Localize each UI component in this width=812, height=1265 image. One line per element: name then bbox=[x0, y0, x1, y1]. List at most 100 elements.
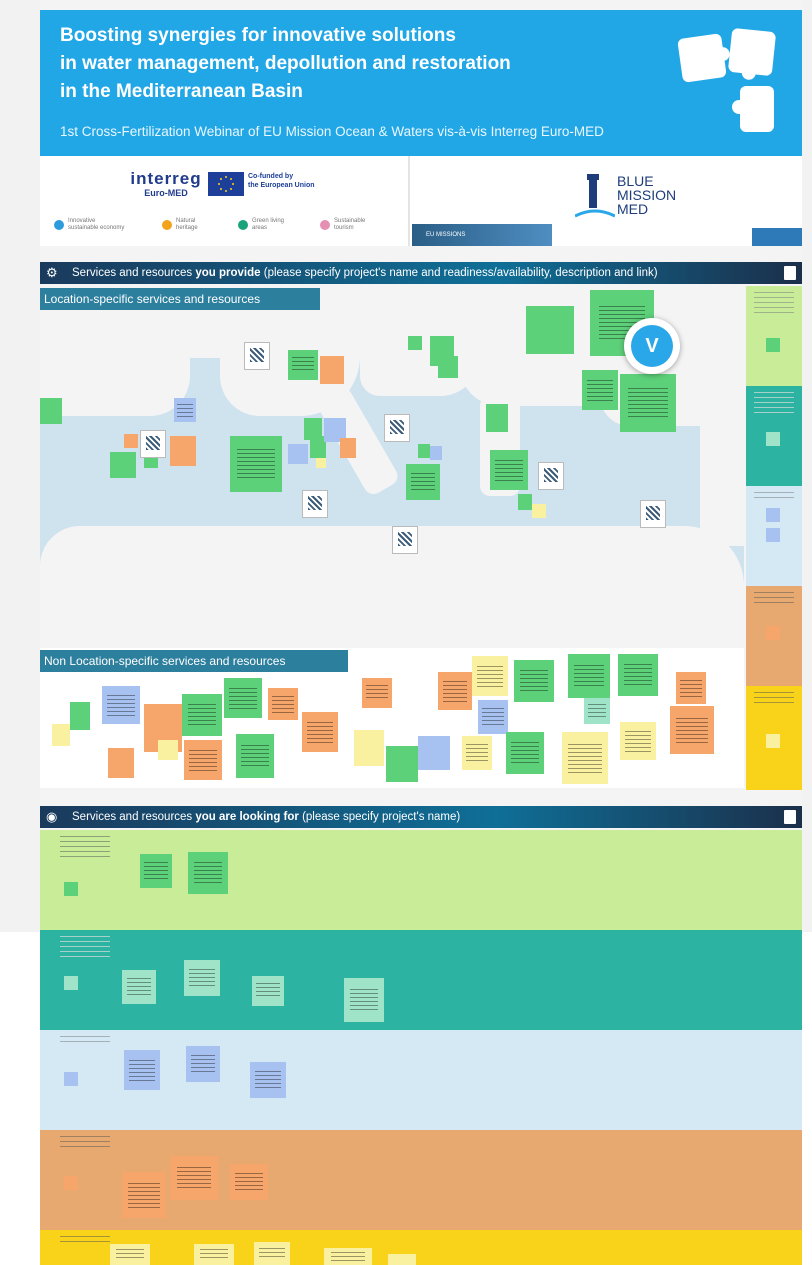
sticky-note[interactable] bbox=[236, 734, 274, 778]
sticky-note[interactable] bbox=[362, 678, 392, 708]
category-cell bbox=[746, 486, 802, 586]
sticky-note[interactable] bbox=[188, 852, 228, 894]
sticky-note[interactable] bbox=[514, 660, 554, 702]
sticky-note[interactable] bbox=[486, 404, 508, 432]
sticky-note[interactable] bbox=[224, 678, 262, 718]
sticky-note[interactable] bbox=[584, 698, 610, 724]
sticky-note[interactable] bbox=[124, 1050, 160, 1090]
sticky-note[interactable] bbox=[670, 706, 714, 754]
sticky-note[interactable] bbox=[386, 746, 418, 782]
sticky-note[interactable] bbox=[320, 356, 344, 384]
map-land bbox=[700, 426, 744, 546]
sticky-note[interactable] bbox=[324, 1248, 372, 1265]
sticky-note[interactable] bbox=[288, 350, 318, 380]
map-land bbox=[40, 346, 190, 416]
project-card-icon[interactable] bbox=[538, 462, 564, 490]
eu-flag-icon bbox=[208, 172, 244, 196]
project-card-icon[interactable] bbox=[244, 342, 270, 370]
sticky-note[interactable] bbox=[408, 336, 422, 350]
sticky-note[interactable] bbox=[252, 976, 284, 1006]
sticky-note[interactable] bbox=[518, 494, 532, 510]
sticky-note[interactable] bbox=[532, 504, 546, 518]
sticky-note[interactable] bbox=[418, 444, 430, 458]
sticky-note[interactable] bbox=[676, 672, 706, 704]
sticky-note[interactable] bbox=[354, 730, 384, 766]
sticky-note[interactable] bbox=[70, 702, 90, 730]
sticky-note[interactable] bbox=[40, 398, 62, 424]
sticky-note[interactable] bbox=[490, 450, 528, 490]
sticky-note[interactable] bbox=[194, 1244, 234, 1265]
note-icon[interactable] bbox=[784, 266, 796, 280]
board-title: Boosting synergies for innovative soluti… bbox=[60, 25, 511, 102]
sticky-note[interactable] bbox=[478, 700, 508, 734]
non-location-area: Non Location-specific services and resou… bbox=[40, 648, 744, 788]
sticky-note[interactable] bbox=[110, 1244, 150, 1265]
note-icon[interactable] bbox=[784, 810, 796, 824]
sticky-note[interactable] bbox=[388, 1254, 416, 1265]
sticky-note[interactable] bbox=[316, 458, 326, 468]
legend-dot-icon bbox=[162, 220, 172, 230]
blue-mission-med-logo: BLUE MISSION MED bbox=[574, 170, 676, 226]
project-card-icon[interactable] bbox=[140, 430, 166, 458]
looking-for-row bbox=[40, 830, 802, 930]
project-card-icon[interactable] bbox=[640, 500, 666, 528]
sticky-note[interactable] bbox=[186, 1046, 220, 1082]
sticky-note[interactable] bbox=[140, 854, 172, 888]
sticky-note[interactable] bbox=[254, 1242, 290, 1265]
sticky-note[interactable] bbox=[170, 436, 196, 466]
header-banner: Boosting synergies for innovative soluti… bbox=[40, 10, 802, 156]
looking-for-section-header: ◉ Services and resources you are looking… bbox=[40, 806, 802, 828]
category-cell bbox=[746, 586, 802, 686]
binoculars-icon: ◉ bbox=[46, 809, 58, 824]
puzzle-piece-icon bbox=[677, 33, 731, 83]
sticky-note[interactable] bbox=[562, 732, 608, 784]
sticky-note[interactable] bbox=[250, 1062, 286, 1098]
sticky-note[interactable] bbox=[430, 446, 442, 460]
sticky-note[interactable] bbox=[302, 712, 338, 752]
sticky-note[interactable] bbox=[122, 970, 156, 1004]
sticky-note[interactable] bbox=[110, 452, 136, 478]
project-card-icon[interactable] bbox=[384, 414, 410, 442]
logo-divider bbox=[408, 156, 410, 246]
sticky-note[interactable] bbox=[108, 748, 134, 778]
sticky-note[interactable] bbox=[418, 736, 450, 770]
sticky-note[interactable] bbox=[506, 732, 544, 774]
sticky-note[interactable] bbox=[406, 464, 440, 500]
sticky-note[interactable] bbox=[472, 656, 508, 696]
legend-dot-icon bbox=[54, 220, 64, 230]
sticky-note[interactable] bbox=[182, 694, 222, 736]
sticky-note[interactable] bbox=[174, 398, 196, 422]
legend-label: Innovative sustainable economy bbox=[68, 218, 125, 231]
sticky-note[interactable] bbox=[438, 356, 458, 378]
sticky-note[interactable] bbox=[288, 444, 308, 464]
whiteboard-canvas[interactable]: Boosting synergies for innovative soluti… bbox=[40, 0, 802, 1265]
sticky-note[interactable] bbox=[438, 672, 472, 710]
sticky-note[interactable] bbox=[582, 370, 618, 410]
sticky-note[interactable] bbox=[568, 654, 610, 698]
handshake-icon: ⚙ bbox=[46, 265, 58, 280]
sticky-note[interactable] bbox=[122, 1172, 166, 1218]
sticky-note[interactable] bbox=[618, 654, 658, 696]
sticky-note[interactable] bbox=[52, 724, 70, 746]
sticky-note[interactable] bbox=[620, 374, 676, 432]
sticky-note[interactable] bbox=[184, 740, 222, 780]
category-cell bbox=[746, 286, 802, 386]
sticky-note[interactable] bbox=[526, 306, 574, 354]
project-card-icon[interactable] bbox=[392, 526, 418, 554]
sticky-note[interactable] bbox=[230, 1164, 268, 1200]
sticky-note[interactable] bbox=[102, 686, 140, 724]
sticky-note[interactable] bbox=[230, 436, 282, 492]
eu-missions-banner: EU MISSIONS bbox=[412, 224, 552, 246]
sticky-note[interactable] bbox=[344, 978, 384, 1022]
project-card-icon[interactable] bbox=[302, 490, 328, 518]
category-cell bbox=[746, 686, 802, 790]
sticky-note[interactable] bbox=[170, 1156, 218, 1200]
sticky-note[interactable] bbox=[268, 688, 298, 720]
sticky-note[interactable] bbox=[462, 736, 492, 770]
user-avatar[interactable]: V bbox=[624, 318, 680, 374]
sticky-note[interactable] bbox=[620, 722, 656, 760]
sticky-note[interactable] bbox=[158, 740, 178, 760]
sticky-note[interactable] bbox=[184, 960, 220, 996]
sticky-note[interactable] bbox=[340, 438, 356, 458]
sticky-note[interactable] bbox=[124, 434, 138, 448]
